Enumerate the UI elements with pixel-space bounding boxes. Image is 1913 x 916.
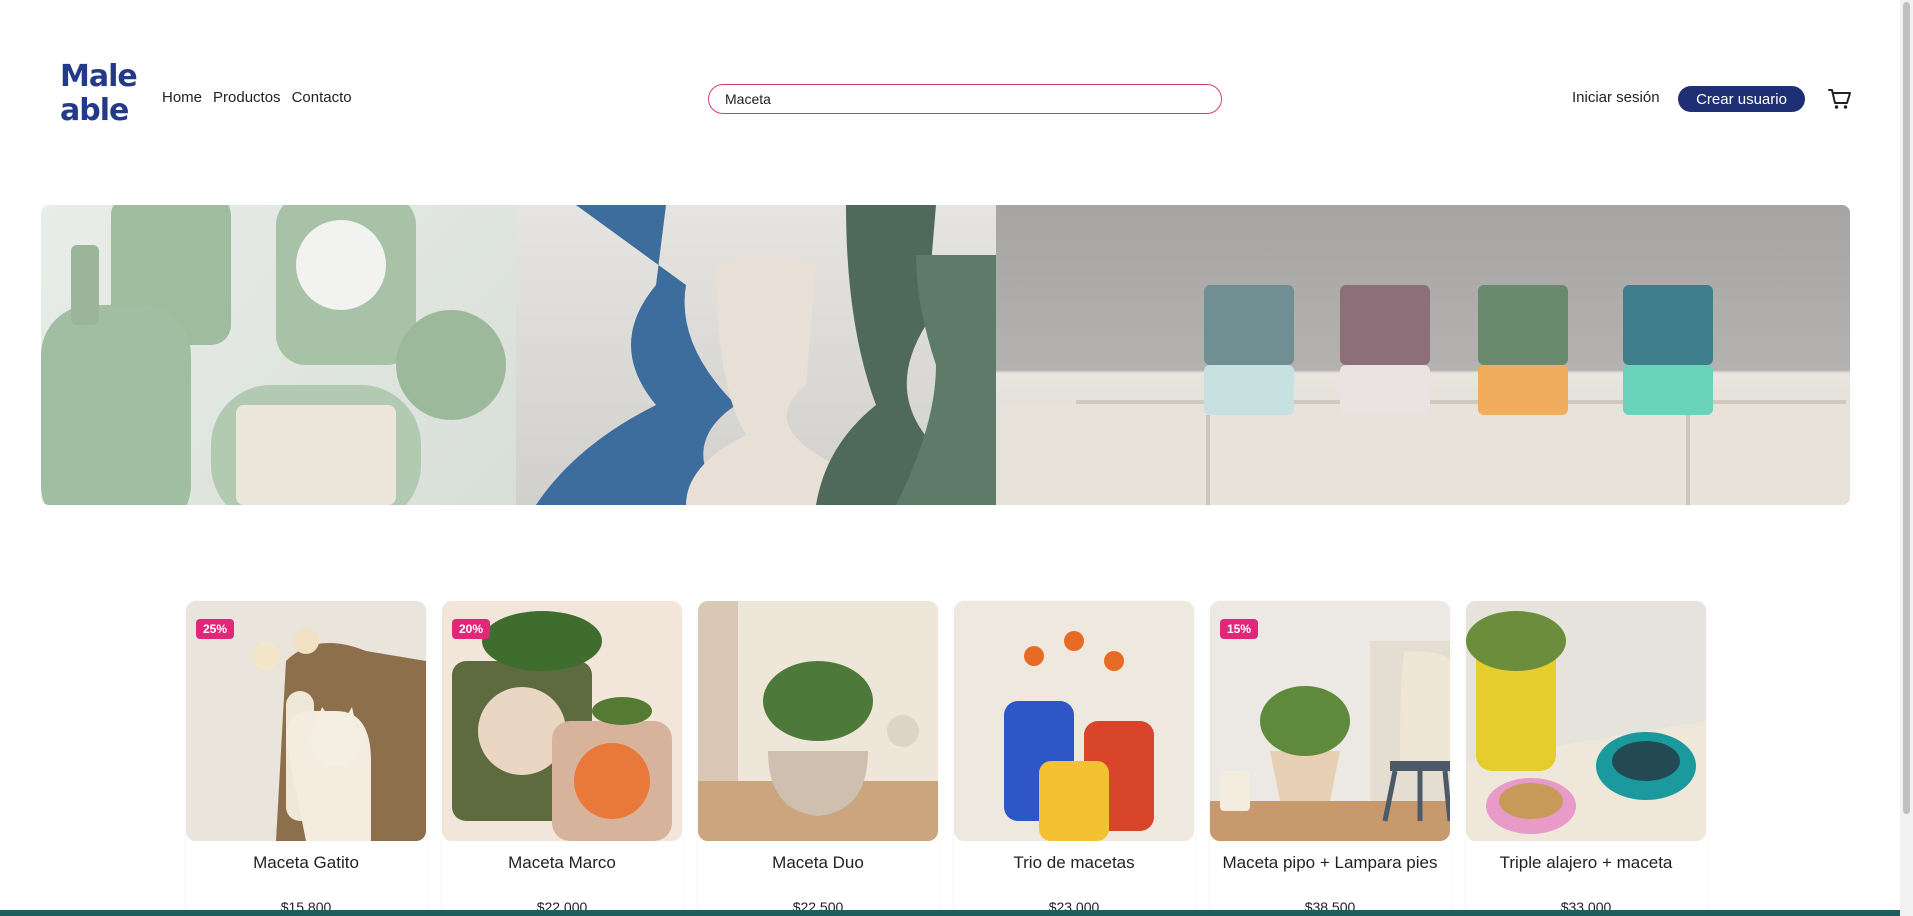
product-card[interactable]: Maceta Duo $22.500 [698, 601, 938, 916]
product-image[interactable]: 20% [442, 601, 682, 841]
product-image[interactable] [954, 601, 1194, 841]
banner-vases-image [516, 205, 996, 505]
hero-banner [41, 205, 1850, 505]
discount-badge: 20% [452, 619, 491, 639]
brand-logo[interactable]: Male able [60, 59, 138, 132]
search-input[interactable] [708, 84, 1222, 114]
bottom-strip [0, 910, 1900, 916]
product-image[interactable] [1466, 601, 1706, 841]
product-card[interactable]: 25% Maceta Gatito $15.800 [186, 601, 426, 916]
product-name[interactable]: Maceta Gatito [186, 853, 426, 873]
product-name[interactable]: Triple alajero + maceta [1466, 853, 1706, 873]
product-name[interactable]: Maceta Duo [698, 853, 938, 873]
nav-productos[interactable]: Productos [213, 89, 281, 106]
product-name[interactable]: Maceta Marco [442, 853, 682, 873]
product-name[interactable]: Maceta pipo + Lampara pies [1210, 853, 1450, 873]
product-card[interactable]: Triple alajero + maceta $33.000 [1466, 601, 1706, 916]
site-header: Male able Home Productos Contacto Inicia… [0, 0, 1900, 200]
page-scrollbar[interactable] [1900, 0, 1913, 916]
nav-home[interactable]: Home [162, 89, 202, 106]
logo-line-1: Male [60, 59, 138, 94]
nav-contacto[interactable]: Contacto [292, 89, 352, 106]
cart-icon[interactable] [1828, 88, 1852, 110]
login-link[interactable]: Iniciar sesión [1572, 89, 1660, 106]
product-card[interactable]: 15% Maceta pipo + Lampara pies $38.500 [1210, 601, 1450, 916]
product-name[interactable]: Trio de macetas [954, 853, 1194, 873]
product-image[interactable]: 25% [186, 601, 426, 841]
product-list: 25% Maceta Gatito $15.800 20% Maceta Mar… [186, 601, 1706, 916]
product-image[interactable] [698, 601, 938, 841]
discount-badge: 25% [196, 619, 235, 639]
banner-candle-holders-image [996, 205, 1850, 505]
product-image[interactable]: 15% [1210, 601, 1450, 841]
logo-line-2: able [60, 93, 129, 128]
product-card[interactable]: 20% Maceta Marco $22.000 [442, 601, 682, 916]
banner-bathroom-set-image [41, 205, 516, 505]
product-card[interactable]: Trio de macetas $23.000 [954, 601, 1194, 916]
discount-badge: 15% [1220, 619, 1259, 639]
scrollbar-thumb[interactable] [1903, 2, 1910, 814]
signup-button[interactable]: Crear usuario [1678, 86, 1805, 112]
main-nav: Home Productos Contacto [162, 89, 352, 106]
